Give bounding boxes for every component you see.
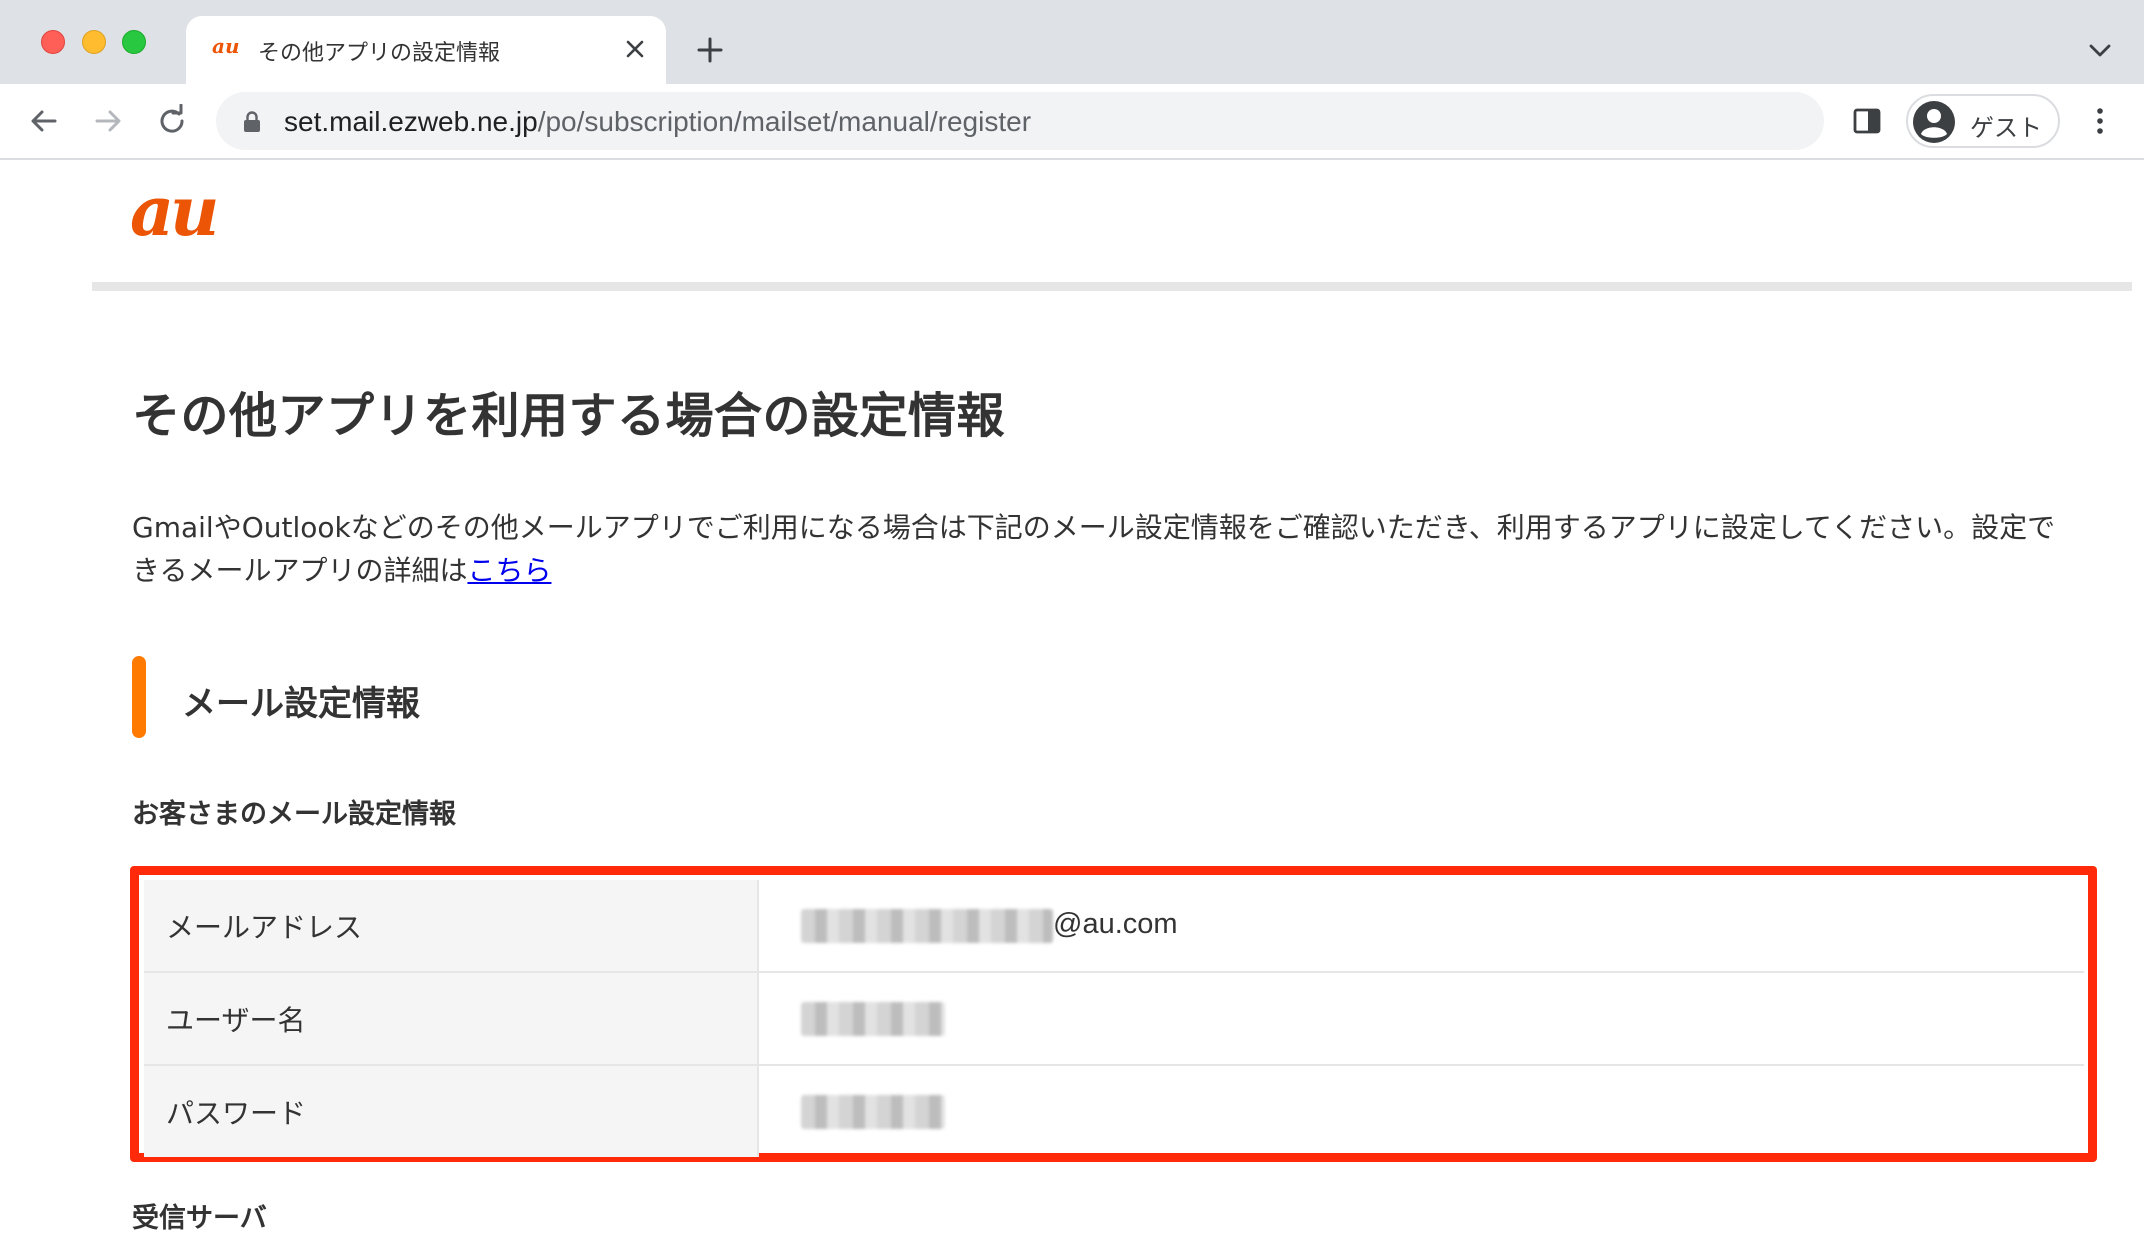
username-label: ユーザー名	[144, 972, 759, 1066]
subsection-title: お客さまのメール設定情報	[132, 799, 456, 830]
new-tab-plus-icon[interactable]	[694, 34, 726, 66]
table-row: パスワード	[144, 1065, 2084, 1157]
incoming-server-heading: 受信サーバ	[132, 1203, 267, 1234]
au-favicon-icon: au	[212, 34, 240, 58]
address-bar[interactable]: set.mail.ezweb.ne.jp/po/subscription/mai…	[216, 92, 1824, 150]
email-domain: @au.com	[1053, 908, 1178, 941]
redacted-password	[801, 1094, 945, 1129]
window-zoom-button[interactable]	[122, 30, 146, 54]
section-accent-bar	[132, 656, 146, 738]
email-label: メールアドレス	[144, 880, 759, 973]
password-value	[758, 1065, 2084, 1157]
chevron-down-icon[interactable]	[2086, 40, 2114, 60]
close-icon[interactable]	[622, 36, 648, 62]
window-close-button[interactable]	[41, 30, 65, 54]
side-panel-icon[interactable]	[1852, 106, 1882, 136]
profile-button[interactable]: ゲスト	[1906, 94, 2060, 148]
url-path: /po/subscription/mailset/manual/register	[537, 106, 1032, 137]
intro-text: GmailやOutlookなどのその他メールアプリでご利用になる場合は下記のメー…	[132, 511, 2056, 587]
active-tab[interactable]: au その他アプリの設定情報	[186, 16, 666, 84]
more-menu-icon[interactable]	[2090, 104, 2110, 138]
profile-label: ゲスト	[1970, 114, 2042, 142]
back-arrow-icon[interactable]	[27, 104, 61, 138]
password-label: パスワード	[144, 1065, 759, 1157]
lock-icon[interactable]	[242, 111, 262, 133]
tab-bar: au その他アプリの設定情報	[0, 0, 2144, 84]
page-title: その他アプリを利用する場合の設定情報	[132, 388, 1006, 444]
table-row: メールアドレス @au.com	[144, 880, 2084, 973]
reload-icon[interactable]	[155, 104, 189, 138]
avatar-icon	[1913, 101, 1955, 143]
forward-arrow-icon[interactable]	[91, 104, 125, 138]
tab-title: その他アプリの設定情報	[258, 41, 501, 66]
browser-toolbar: set.mail.ezweb.ne.jp/po/subscription/mai…	[0, 84, 2144, 160]
email-value: @au.com	[758, 880, 2084, 973]
url-text[interactable]: set.mail.ezweb.ne.jp/po/subscription/mai…	[284, 106, 1031, 138]
section-title: メール設定情報	[182, 684, 420, 724]
mail-settings-table: メールアドレス @au.com ユーザー名 パスワード	[144, 880, 2084, 1157]
header-divider	[92, 282, 2132, 291]
username-value	[758, 972, 2084, 1066]
url-host: set.mail.ezweb.ne.jp	[284, 106, 538, 137]
intro-paragraph: GmailやOutlookなどのその他メールアプリでご利用になる場合は下記のメー…	[132, 506, 2082, 592]
table-row: ユーザー名	[144, 972, 2084, 1066]
details-link[interactable]: こちら	[467, 554, 551, 587]
redacted-email-local-part	[801, 908, 1053, 943]
window-minimize-button[interactable]	[82, 30, 106, 54]
redacted-username	[801, 1001, 945, 1036]
au-logo[interactable]: au	[130, 178, 219, 246]
